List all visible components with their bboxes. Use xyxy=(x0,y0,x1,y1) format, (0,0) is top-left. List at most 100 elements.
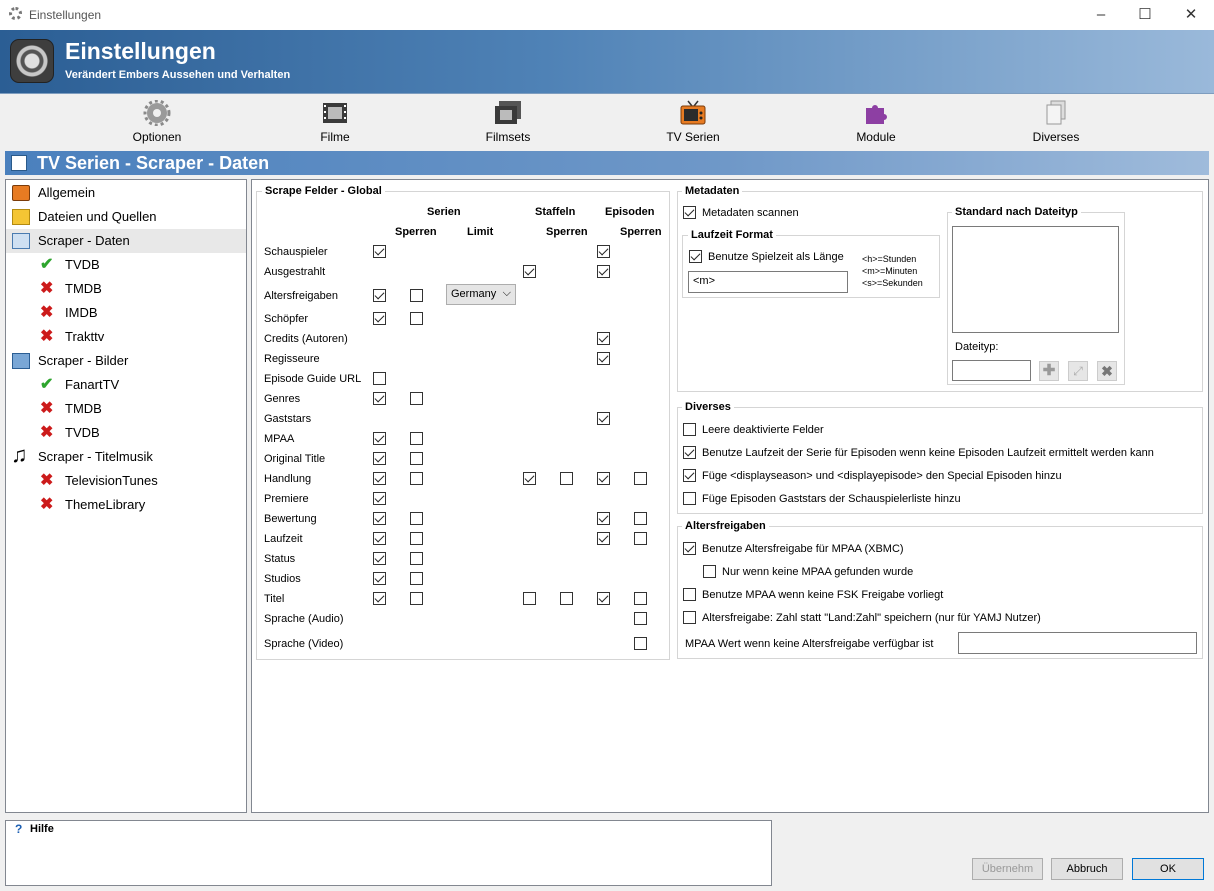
tree-item-scraper-titelmusik[interactable]: ♫ Scraper - Titelmusik xyxy=(6,443,246,469)
episoden-sperren-checkbox[interactable] xyxy=(634,637,647,650)
scrape-field-label: Genres xyxy=(264,393,301,405)
episoden-checkbox[interactable] xyxy=(597,332,610,345)
serien-checkbox[interactable] xyxy=(373,572,386,585)
tree-item-scraper-daten[interactable]: Scraper - Daten xyxy=(6,229,246,253)
serien-checkbox[interactable] xyxy=(373,312,386,325)
staffeln-checkbox[interactable] xyxy=(523,592,536,605)
metadaten-title: Metadaten xyxy=(682,185,743,197)
tree-item-tmdb[interactable]: ✖ TMDB xyxy=(6,277,246,301)
episoden-sperren-checkbox[interactable] xyxy=(634,472,647,485)
serien-sperren-checkbox[interactable] xyxy=(410,532,423,545)
serien-sperren-checkbox[interactable] xyxy=(410,392,423,405)
serien-checkbox[interactable] xyxy=(373,289,386,302)
header-subtitle: Verändert Embers Aussehen und Verhalten xyxy=(65,69,291,81)
tree-item-televisiontunes[interactable]: ✖ TelevisionTunes xyxy=(6,469,246,493)
toolbar-filmsets[interactable]: Filmsets xyxy=(453,98,563,146)
serien-sperren-checkbox[interactable] xyxy=(410,312,423,325)
metadaten-scannen-checkbox[interactable] xyxy=(683,206,696,219)
serien-checkbox[interactable] xyxy=(373,392,386,405)
serien-checkbox[interactable] xyxy=(373,532,386,545)
maximize-button[interactable]: ☐ xyxy=(1134,5,1156,25)
serien-checkbox[interactable] xyxy=(373,592,386,605)
dateityp-list[interactable] xyxy=(952,226,1119,333)
tree-item-allgemein[interactable]: Allgemein xyxy=(6,181,246,205)
episoden-sperren-checkbox[interactable] xyxy=(634,532,647,545)
tree-item-tvdb-bilder[interactable]: ✖ TVDB xyxy=(6,421,246,445)
episoden-sperren-checkbox[interactable] xyxy=(634,612,647,625)
staffeln-sperren-checkbox[interactable] xyxy=(560,472,573,485)
episoden-checkbox[interactable] xyxy=(597,592,610,605)
serien-checkbox[interactable] xyxy=(373,452,386,465)
episoden-checkbox[interactable] xyxy=(597,352,610,365)
serien-sperren-checkbox[interactable] xyxy=(410,592,423,605)
episoden-sperren-checkbox[interactable] xyxy=(634,592,647,605)
tree-item-tvdb[interactable]: ✔ TVDB xyxy=(6,253,246,277)
tree-item-themelibrary[interactable]: ✖ ThemeLibrary xyxy=(6,493,246,517)
toolbar-diverses[interactable]: Diverses xyxy=(1001,98,1111,146)
remove-dateityp-button[interactable]: ✖ xyxy=(1097,361,1117,381)
serien-sperren-checkbox[interactable] xyxy=(410,552,423,565)
apply-button[interactable]: Übernehm xyxy=(972,858,1043,880)
minimize-button[interactable]: – xyxy=(1090,5,1112,25)
app-gear-icon xyxy=(9,7,22,20)
diverses-option-checkbox[interactable] xyxy=(683,446,696,459)
tree-item-scraper-bilder[interactable]: Scraper - Bilder xyxy=(6,349,246,373)
serien-sperren-checkbox[interactable] xyxy=(410,289,423,302)
episoden-sperren-checkbox[interactable] xyxy=(634,512,647,525)
serien-checkbox[interactable] xyxy=(373,432,386,445)
serien-checkbox[interactable] xyxy=(373,512,386,525)
add-dateityp-button[interactable]: ✚ xyxy=(1039,361,1059,381)
limit-country-select[interactable]: Germany ⌵ xyxy=(446,284,516,305)
toolbar-module[interactable]: Module xyxy=(821,98,931,146)
ok-button[interactable]: OK xyxy=(1132,858,1204,880)
scrape-field-label: Episode Guide URL xyxy=(264,373,362,385)
toolbar-tv-serien[interactable]: TV Serien xyxy=(638,98,748,146)
scrape-field-label: Studios xyxy=(264,573,301,585)
tree-item-label: FanartTV xyxy=(65,377,120,392)
mpaa-wert-input[interactable] xyxy=(958,632,1197,654)
help-question-icon: ? xyxy=(15,822,23,836)
edit-dateityp-button[interactable]: ⤢ xyxy=(1068,361,1088,381)
episoden-checkbox[interactable] xyxy=(597,265,610,278)
altersfreigaben-option-checkbox[interactable] xyxy=(683,611,696,624)
serien-sperren-checkbox[interactable] xyxy=(410,472,423,485)
altersfreigaben-option-checkbox[interactable] xyxy=(683,542,696,555)
episoden-checkbox[interactable] xyxy=(597,532,610,545)
episoden-checkbox[interactable] xyxy=(597,245,610,258)
diverses-option-checkbox[interactable] xyxy=(683,492,696,505)
serien-checkbox[interactable] xyxy=(373,245,386,258)
toolbar-filme[interactable]: Filme xyxy=(280,98,390,146)
altersfreigaben-option-checkbox[interactable] xyxy=(683,588,696,601)
serien-sperren-checkbox[interactable] xyxy=(410,572,423,585)
serien-checkbox[interactable] xyxy=(373,372,386,385)
section-title: TV Serien - Scraper - Daten xyxy=(37,153,270,173)
diverses-option-checkbox[interactable] xyxy=(683,469,696,482)
serien-sperren-checkbox[interactable] xyxy=(410,452,423,465)
staffeln-checkbox[interactable] xyxy=(523,472,536,485)
serien-sperren-checkbox[interactable] xyxy=(410,512,423,525)
serien-sperren-checkbox[interactable] xyxy=(410,432,423,445)
dateityp-input[interactable] xyxy=(952,360,1031,381)
serien-checkbox[interactable] xyxy=(373,552,386,565)
serien-checkbox[interactable] xyxy=(373,492,386,505)
tree-item-trakttv[interactable]: ✖ Trakttv xyxy=(6,325,246,349)
episoden-checkbox[interactable] xyxy=(597,512,610,525)
laufzeit-format-input[interactable]: <m> xyxy=(688,271,848,293)
episoden-checkbox[interactable] xyxy=(597,472,610,485)
tree-item-fanarttv[interactable]: ✔ FanartTV xyxy=(6,373,246,397)
staffeln-sperren-checkbox[interactable] xyxy=(560,592,573,605)
altersfreigaben-option-label: Benutze Altersfreigabe für MPAA (XBMC) xyxy=(702,543,904,555)
toolbar-optionen[interactable]: Optionen xyxy=(102,98,212,146)
diverses-option-label: Benutze Laufzeit der Serie für Episoden … xyxy=(702,447,1154,459)
altersfreigaben-option-checkbox[interactable] xyxy=(703,565,716,578)
staffeln-checkbox[interactable] xyxy=(523,265,536,278)
tree-item-dateien[interactable]: Dateien und Quellen xyxy=(6,205,246,229)
close-button[interactable]: ✕ xyxy=(1180,5,1202,25)
tree-item-imdb[interactable]: ✖ IMDB xyxy=(6,301,246,325)
diverses-option-checkbox[interactable] xyxy=(683,423,696,436)
episoden-checkbox[interactable] xyxy=(597,412,610,425)
serien-checkbox[interactable] xyxy=(373,472,386,485)
cancel-button[interactable]: Abbruch xyxy=(1051,858,1123,880)
tree-item-tmdb-bilder[interactable]: ✖ TMDB xyxy=(6,397,246,421)
spielzeit-checkbox[interactable] xyxy=(689,250,702,263)
